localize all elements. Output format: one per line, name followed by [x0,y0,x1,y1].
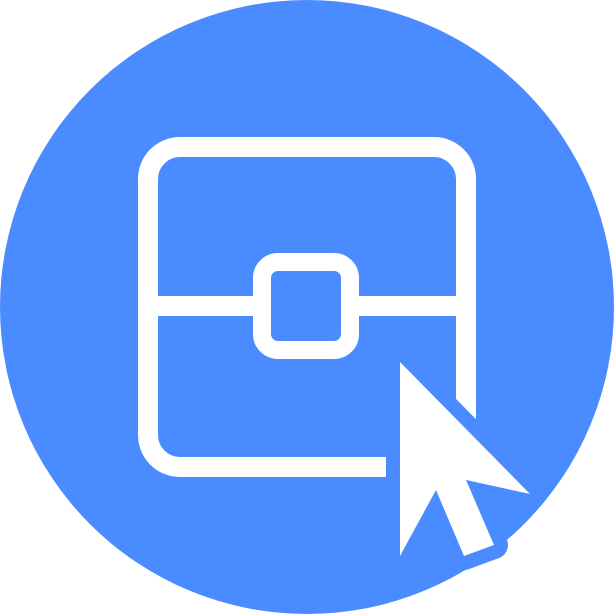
badge-circle [0,0,614,614]
icon-canvas [0,0,614,614]
app-icon[interactable] [0,0,614,614]
